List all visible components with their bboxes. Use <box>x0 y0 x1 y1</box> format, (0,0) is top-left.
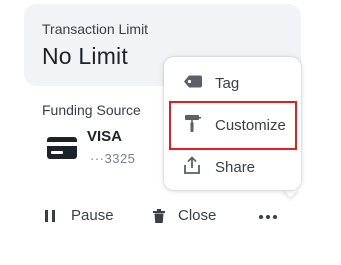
close-label: Close <box>178 207 217 224</box>
more-dots-icon <box>258 209 278 223</box>
pause-icon <box>44 209 56 223</box>
card-brand: VISA <box>87 128 123 145</box>
share-icon <box>184 156 200 178</box>
menu-item-tag[interactable]: Tag <box>164 65 301 101</box>
tag-icon <box>184 75 202 92</box>
menu-item-share-label: Share <box>215 158 256 176</box>
transaction-limit-value: No Limit <box>42 43 128 69</box>
menu-item-share[interactable]: Share <box>164 149 301 185</box>
close-button[interactable]: Close <box>153 207 216 224</box>
pause-label: Pause <box>71 207 114 224</box>
menu-item-tag-label: Tag <box>215 74 240 92</box>
trash-icon <box>153 208 165 223</box>
more-options-button[interactable] <box>258 209 278 223</box>
credit-card-icon <box>46 136 78 160</box>
card-number: ···3325 <box>90 151 136 166</box>
transaction-limit-label: Transaction Limit <box>42 21 149 37</box>
funding-source-label: Funding Source <box>42 102 141 118</box>
highlight-box <box>169 101 297 150</box>
pause-button[interactable]: Pause <box>44 207 114 224</box>
